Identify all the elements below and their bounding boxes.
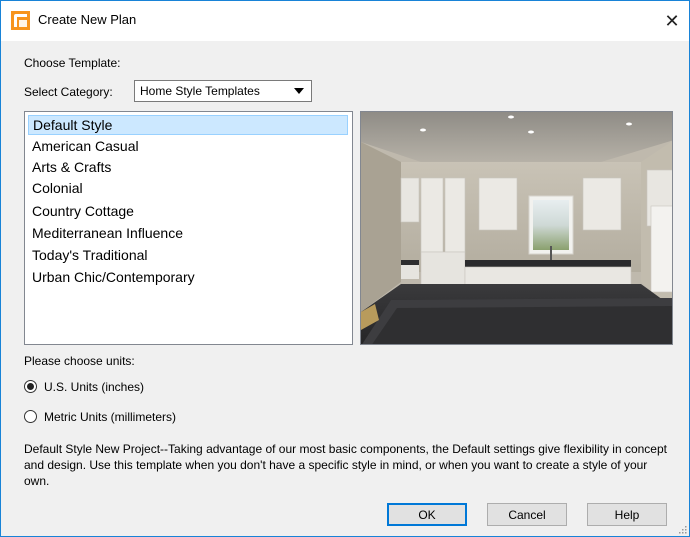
category-select[interactable]: Home Style Templates: [134, 80, 312, 102]
template-item-todays-traditional[interactable]: Today's Traditional: [28, 245, 348, 265]
close-button[interactable]: ✕: [655, 1, 689, 41]
kitchen-preview-illustration: [361, 112, 672, 344]
window-title: Create New Plan: [38, 12, 137, 27]
chevron-down-icon: [294, 88, 304, 94]
units-heading: Please choose units:: [24, 354, 135, 368]
metric-units-label[interactable]: Metric Units (millimeters): [44, 410, 176, 424]
template-item-default-style[interactable]: Default Style: [28, 115, 348, 135]
metric-units-radio[interactable]: [24, 410, 37, 423]
template-item-urban-chic[interactable]: Urban Chic/Contemporary: [28, 267, 348, 287]
template-item-colonial[interactable]: Colonial: [28, 178, 348, 198]
app-icon: [11, 11, 30, 30]
title-bar[interactable]: Create New Plan ✕: [1, 1, 689, 41]
radio-selected-dot: [27, 383, 34, 390]
select-category-label: Select Category:: [24, 85, 113, 99]
help-button[interactable]: Help: [587, 503, 667, 526]
create-new-plan-dialog: Create New Plan ✕ Choose Template: Selec…: [0, 0, 690, 537]
template-item-country-cottage[interactable]: Country Cottage: [28, 201, 348, 221]
template-preview-image: [360, 111, 673, 345]
us-units-label[interactable]: U.S. Units (inches): [44, 380, 144, 394]
ok-button[interactable]: OK: [387, 503, 467, 526]
choose-template-heading: Choose Template:: [24, 56, 121, 70]
cancel-button[interactable]: Cancel: [487, 503, 567, 526]
close-icon: ✕: [664, 10, 680, 31]
template-item-american-casual[interactable]: American Casual: [28, 136, 348, 156]
template-description: Default Style New Project--Taking advant…: [24, 442, 667, 488]
template-list[interactable]: Default Style American Casual Arts & Cra…: [24, 111, 353, 345]
resize-grip-icon[interactable]: [677, 524, 687, 534]
template-item-mediterranean-influence[interactable]: Mediterranean Influence: [28, 223, 348, 243]
category-select-value: Home Style Templates: [140, 84, 260, 98]
us-units-radio[interactable]: [24, 380, 37, 393]
template-item-arts-crafts[interactable]: Arts & Crafts: [28, 157, 348, 177]
